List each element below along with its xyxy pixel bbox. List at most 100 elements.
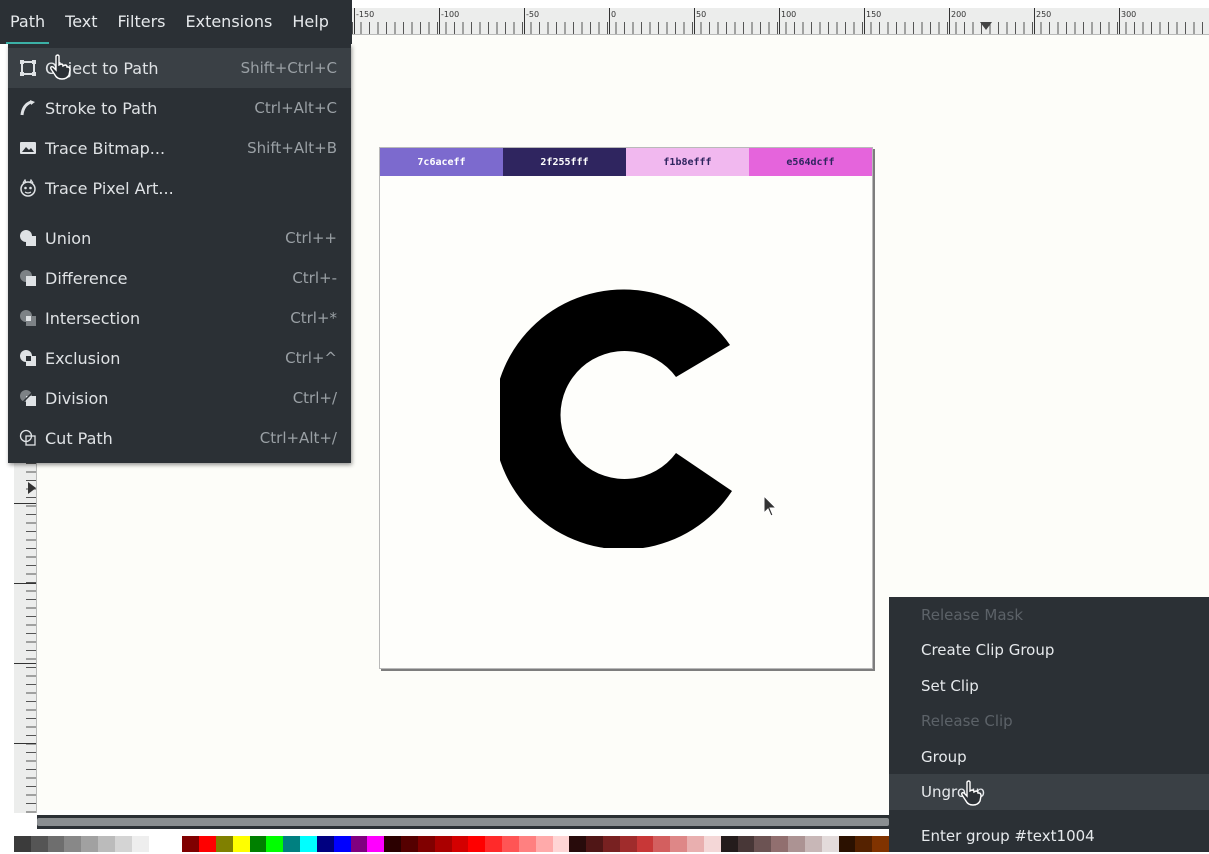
cut-path-icon [18, 428, 38, 448]
context-item-ungroup[interactable]: Ungroup [889, 774, 1209, 810]
palette-swatch[interactable] [215, 836, 233, 852]
menu-item-label: Cut Path [45, 428, 113, 448]
palette-swatch[interactable] [14, 836, 31, 852]
menu-item-label: Union [45, 228, 92, 248]
document-page[interactable]: 7c6aceff 2f255fff f1b8efff e564dcff [379, 147, 873, 669]
palette-swatch[interactable] [384, 836, 402, 852]
menu-item-division[interactable]: Division Ctrl+/ [8, 378, 351, 418]
palette-swatch[interactable] [350, 836, 368, 852]
menu-extensions[interactable]: Extensions [175, 10, 282, 44]
menu-item-difference[interactable]: Difference Ctrl+- [8, 258, 351, 298]
menu-item-shortcut: Ctrl+* [290, 309, 337, 327]
palette-swatch[interactable] [283, 836, 301, 852]
menu-item-union[interactable]: Union Ctrl++ [8, 218, 351, 258]
menu-item-exclusion[interactable]: Exclusion Ctrl+^ [8, 338, 351, 378]
palette-swatch[interactable] [569, 836, 587, 852]
palette-swatch[interactable] [804, 836, 822, 852]
palette-swatch[interactable] [182, 836, 200, 852]
palette-swatch[interactable] [703, 836, 721, 852]
ruler-major-tick [439, 8, 440, 34]
color-swatch[interactable]: 2f255fff [503, 148, 626, 176]
palette-swatch[interactable] [872, 836, 890, 852]
palette-swatch[interactable] [232, 836, 250, 852]
context-item-enter-group[interactable]: Enter group #text1004 [889, 818, 1209, 854]
color-swatch[interactable]: f1b8efff [626, 148, 749, 176]
ruler-label: -150 [356, 10, 375, 19]
palette-swatch[interactable] [653, 836, 671, 852]
ruler-label: 0 [611, 10, 617, 19]
menu-filters[interactable]: Filters [108, 10, 176, 44]
palette-swatch[interactable] [401, 836, 418, 852]
palette-swatch[interactable] [586, 836, 603, 852]
palette-swatch[interactable] [502, 836, 519, 852]
menu-item-cut-path[interactable]: Cut Path Ctrl+Alt+/ [8, 418, 351, 458]
menu-item-trace-bitmap[interactable]: Trace Bitmap... Shift+Alt+B [8, 128, 351, 168]
palette-swatch[interactable] [636, 836, 654, 852]
horizontal-ruler[interactable]: -150 -100 -50 0 50 100 150 200 250 300 [352, 8, 1209, 35]
palette-swatch[interactable] [535, 836, 553, 852]
ruler-major-tick [1034, 8, 1035, 34]
trace-pixel-art-icon [18, 178, 38, 198]
palette-swatch[interactable] [47, 836, 65, 852]
palette-swatch[interactable] [367, 836, 385, 852]
palette-swatch[interactable] [114, 836, 132, 852]
context-item-set-clip[interactable]: Set Clip [889, 668, 1209, 704]
palette-swatch[interactable] [30, 836, 48, 852]
palette-swatch[interactable] [754, 836, 772, 852]
swatch-label: f1b8efff [663, 156, 712, 168]
palette-swatch[interactable] [165, 836, 183, 852]
context-item-group[interactable]: Group [889, 739, 1209, 775]
letter-c-shape[interactable] [500, 278, 760, 548]
palette-swatch[interactable] [148, 836, 166, 852]
palette-swatch[interactable] [81, 836, 99, 852]
palette-swatch[interactable] [485, 836, 503, 852]
context-item-create-clip-group[interactable]: Create Clip Group [889, 632, 1209, 668]
menu-text[interactable]: Text [55, 10, 107, 44]
ruler-major-tick [779, 8, 780, 34]
menu-item-intersection[interactable]: Intersection Ctrl+* [8, 298, 351, 338]
palette-swatch[interactable] [737, 836, 755, 852]
horizontal-scrollbar[interactable] [37, 815, 889, 829]
palette-swatch[interactable] [821, 836, 839, 852]
palette-swatch[interactable] [300, 836, 317, 852]
context-menu: Release Mask Create Clip Group Set Clip … [889, 597, 1209, 852]
menu-path[interactable]: Path [0, 10, 55, 44]
color-palette[interactable] [14, 836, 890, 852]
palette-swatch[interactable] [451, 836, 469, 852]
palette-swatch[interactable] [434, 836, 452, 852]
palette-swatch[interactable] [131, 836, 149, 852]
color-swatch[interactable]: 7c6aceff [380, 148, 503, 176]
palette-swatch[interactable] [771, 836, 789, 852]
menu-item-shortcut: Shift+Ctrl+C [240, 59, 337, 77]
palette-swatch[interactable] [468, 836, 486, 852]
palette-swatch[interactable] [670, 836, 688, 852]
palette-swatch[interactable] [788, 836, 805, 852]
palette-swatch[interactable] [417, 836, 435, 852]
palette-swatch[interactable] [552, 836, 570, 852]
palette-swatch[interactable] [333, 836, 351, 852]
color-swatch[interactable]: e564dcff [749, 148, 872, 176]
palette-swatch[interactable] [687, 836, 704, 852]
menu-item-label: Intersection [45, 308, 141, 328]
palette-swatch[interactable] [838, 836, 856, 852]
scrollbar-thumb[interactable] [37, 818, 889, 826]
palette-swatch[interactable] [98, 836, 115, 852]
palette-swatch[interactable] [518, 836, 536, 852]
menu-item-stroke-to-path[interactable]: Stroke to Path Ctrl+Alt+C [8, 88, 351, 128]
palette-swatch[interactable] [266, 836, 284, 852]
vertical-ruler[interactable] [14, 463, 37, 813]
menu-item-trace-pixel-art[interactable]: Trace Pixel Art... [8, 168, 351, 208]
palette-swatch[interactable] [249, 836, 267, 852]
palette-swatch[interactable] [316, 836, 334, 852]
palette-swatch[interactable] [602, 836, 620, 852]
palette-swatch[interactable] [64, 836, 82, 852]
palette-swatch[interactable] [855, 836, 873, 852]
menu-item-shortcut: Ctrl++ [285, 229, 337, 247]
palette-swatch[interactable] [619, 836, 637, 852]
palette-swatch[interactable] [720, 836, 738, 852]
ruler-major-tick [524, 8, 525, 34]
ruler-major-tick [864, 8, 865, 34]
palette-swatch[interactable] [199, 836, 216, 852]
trace-bitmap-icon [18, 138, 38, 158]
menu-help[interactable]: Help [282, 10, 338, 44]
